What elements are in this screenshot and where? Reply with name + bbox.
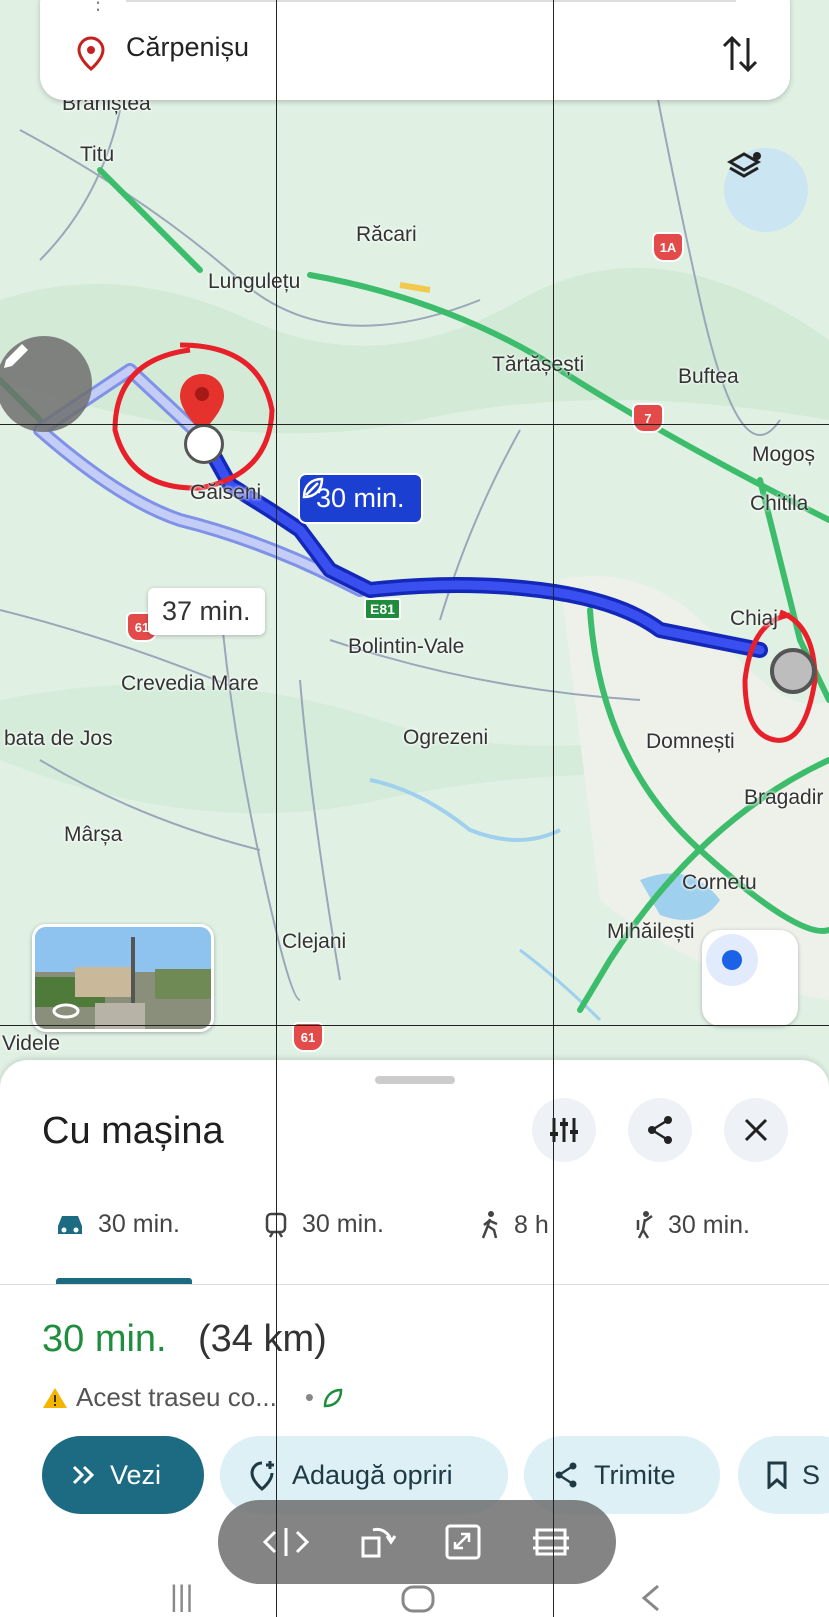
destination-marker	[184, 424, 224, 464]
mode-divider	[0, 1284, 829, 1285]
place-bolintin: Bolintin-Vale	[348, 635, 465, 658]
layers-icon	[726, 152, 762, 178]
route-warning[interactable]: Acest traseu co... •	[42, 1382, 344, 1413]
place-domnesti: Domnești	[646, 730, 735, 753]
place-gaiseni: Găiseni	[190, 481, 262, 504]
map-view[interactable]: Braniștea Titu Răcari Lungulețu Tărtășeș…	[0, 0, 829, 1080]
place-chiajna: Chiaj	[730, 607, 778, 630]
place-titu: Titu	[80, 143, 115, 166]
walk-icon	[481, 1211, 498, 1239]
share-icon	[555, 1462, 577, 1488]
layers-button[interactable]	[724, 148, 808, 232]
mode-tab-car[interactable]: 30 min.	[54, 1210, 180, 1239]
save-route-button[interactable]: S	[738, 1436, 829, 1514]
route-time-bubble-primary[interactable]: 30 min.	[298, 473, 423, 524]
mode-label-ride: 30 min.	[668, 1210, 750, 1239]
road-shield-61-south: 61	[292, 1022, 324, 1052]
expand-icon[interactable]	[443, 1522, 483, 1562]
swap-icon[interactable]	[720, 32, 760, 76]
mode-tab-walk[interactable]: 8 h	[478, 1210, 549, 1240]
route-duration: 30 min.	[42, 1318, 167, 1360]
place-cornetu: Cornetu	[682, 871, 757, 894]
mode-label-car: 30 min.	[98, 1210, 180, 1238]
save-route-label: S	[802, 1459, 821, 1490]
warning-icon	[43, 1387, 67, 1408]
dots-icon: ⋮	[88, 0, 108, 14]
ride-icon	[636, 1211, 653, 1239]
route-time-bubble-alt[interactable]: 37 min.	[148, 588, 265, 635]
origin-marker[interactable]	[770, 648, 816, 694]
back-icon[interactable]	[638, 1582, 662, 1614]
share-icon	[648, 1116, 672, 1144]
my-location-button[interactable]	[702, 930, 798, 1026]
place-mihailesti: Mihăilești	[607, 920, 695, 943]
close-icon	[744, 1118, 768, 1142]
double-chevron-icon	[72, 1465, 95, 1485]
mode-label-transit: 30 min.	[302, 1210, 384, 1238]
mode-label-walk: 8 h	[514, 1210, 549, 1239]
grid-line-vertical-1	[276, 0, 277, 1617]
edit-button[interactable]	[0, 336, 92, 432]
route-time-alt: 37 min.	[162, 596, 251, 626]
crop-icon[interactable]	[529, 1522, 573, 1562]
share-route-label: Trimite	[594, 1459, 676, 1490]
grid-line-horizontal-2	[0, 1025, 829, 1026]
place-marsa: Mârșa	[64, 823, 123, 846]
road-shield-e81: E81	[364, 598, 401, 620]
add-stops-label: Adaugă opriri	[292, 1459, 453, 1490]
my-location-icon	[706, 934, 758, 986]
street-view-thumbnail[interactable]	[32, 924, 214, 1032]
sheet-drag-handle[interactable]	[375, 1076, 455, 1084]
separator-dot: •	[304, 1382, 314, 1412]
rotate-360-icon	[52, 1003, 80, 1019]
screen-tools-bar	[218, 1500, 616, 1584]
pencil-icon	[4, 344, 28, 368]
place-mogos: Mogoș	[752, 443, 816, 466]
map-canvas	[0, 0, 829, 1080]
bookmark-icon	[767, 1461, 787, 1489]
route-distance: (34 km)	[198, 1318, 327, 1360]
destination-field[interactable]: Cărpenișu	[126, 32, 249, 63]
add-location-icon	[250, 1461, 274, 1491]
place-crevedia: Crevedia Mare	[121, 672, 259, 695]
eco-leaf-icon	[323, 1388, 343, 1407]
place-bragadiru: Bragadir	[744, 786, 824, 809]
place-ogrezeni: Ogrezeni	[403, 726, 489, 749]
place-videle: Videle	[2, 1032, 60, 1055]
sheet-title: Cu mașina	[42, 1110, 224, 1152]
place-tartasesti: Tărtășești	[492, 353, 585, 376]
route-options-button[interactable]	[532, 1098, 596, 1162]
road-shield-7: 7	[632, 403, 664, 433]
place-chitila: Chitila	[750, 492, 809, 515]
car-icon	[58, 1215, 82, 1234]
location-pin-icon	[77, 36, 105, 71]
close-button[interactable]	[724, 1098, 788, 1162]
start-navigation-button[interactable]: Vezi	[42, 1436, 204, 1514]
rotate-icon[interactable]	[357, 1522, 397, 1562]
place-buftea: Buftea	[678, 365, 739, 388]
route-time-primary: 30 min.	[316, 483, 405, 513]
route-warning-text: Acest traseu co...	[76, 1382, 277, 1412]
origin-field-divider	[126, 0, 736, 2]
recent-apps-icon[interactable]: |||	[170, 1580, 193, 1614]
place-lunguletu: Lungulețu	[208, 270, 301, 293]
grid-line-vertical-2	[553, 0, 554, 1617]
mode-tab-ride[interactable]: 30 min.	[632, 1210, 750, 1240]
directions-card: ⋮ Cărpenișu	[40, 0, 790, 100]
road-shield-1a: 1A	[652, 232, 684, 262]
eco-leaf-icon	[302, 477, 324, 499]
place-racari: Răcari	[356, 223, 417, 246]
grid-line-horizontal-1	[0, 424, 829, 425]
place-bata: bata de Jos	[4, 727, 113, 750]
start-navigation-label: Vezi	[110, 1459, 162, 1490]
split-view-icon[interactable]	[261, 1522, 311, 1562]
home-icon[interactable]	[400, 1584, 436, 1614]
share-button[interactable]	[628, 1098, 692, 1162]
mode-tab-transit[interactable]: 30 min.	[262, 1210, 384, 1239]
place-clejani: Clejani	[282, 930, 347, 953]
